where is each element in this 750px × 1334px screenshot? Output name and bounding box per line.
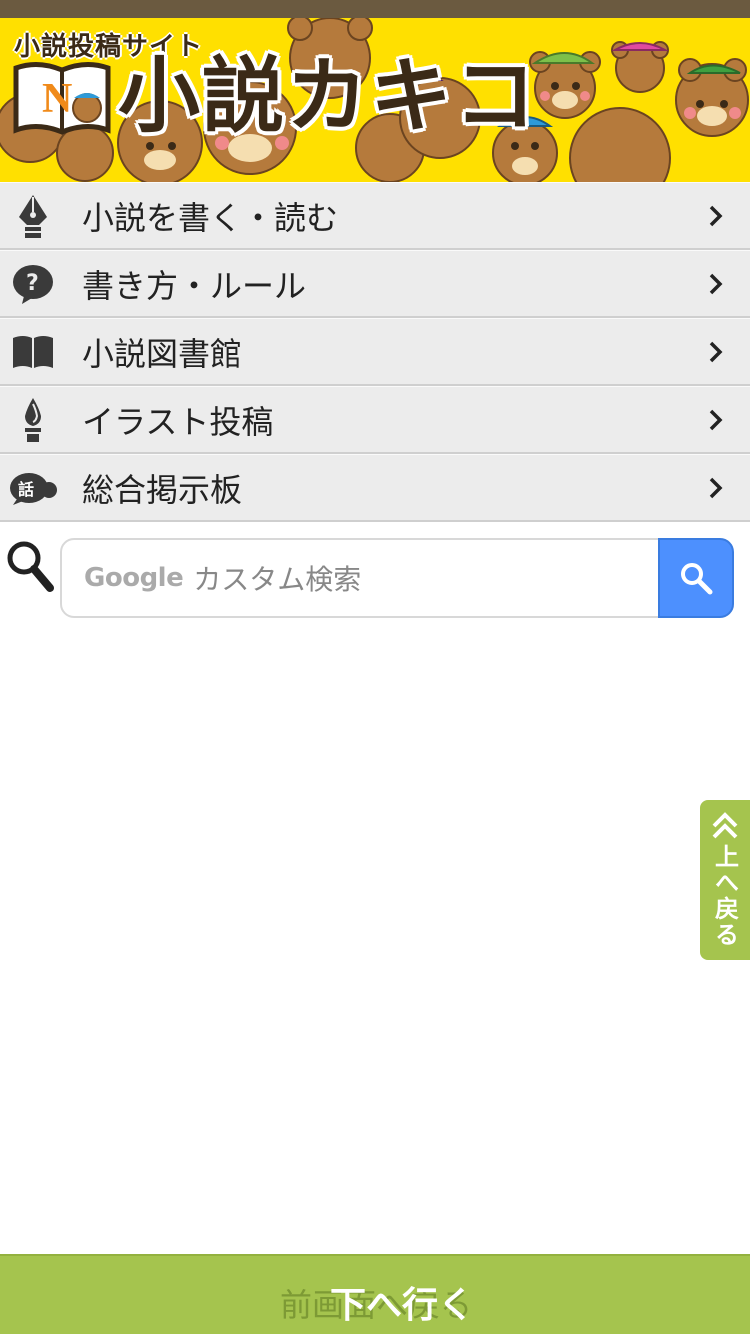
menu-item-label: 総合掲示板 <box>82 470 243 509</box>
logo-book-icon: N <box>13 62 111 135</box>
status-strip <box>0 0 750 18</box>
search-placeholder: カスタム検索 <box>193 563 362 596</box>
menu-item-library[interactable]: 小説図書館 <box>0 318 750 386</box>
speech-bubble-icon: 話 <box>0 455 66 521</box>
site-header-banner[interactable]: 小説投稿サイト N 小説カキコ <box>0 18 750 182</box>
google-watermark: Google <box>84 563 184 593</box>
menu-item-how-to-rules[interactable]: ? 書き方・ルール <box>0 250 750 318</box>
bottom-nav-bar[interactable]: 前画面へ戻る 下へ行く <box>0 1254 750 1334</box>
search-area: Google カスタム検索 <box>0 530 750 626</box>
menu-item-illustration-post[interactable]: イラスト投稿 <box>0 386 750 454</box>
main-menu: 小説を書く・読む ? 書き方・ルール 小説図書館 イラスト投稿 話 総合掲示板 <box>0 182 750 522</box>
chat-icon-text: 話 <box>18 480 34 499</box>
brush-icon <box>0 387 66 453</box>
chevron-right-icon <box>696 400 736 440</box>
logo-letter: N <box>42 76 72 122</box>
menu-item-bulletin-board[interactable]: 話 総合掲示板 <box>0 454 750 522</box>
svg-text:?: ? <box>26 271 39 296</box>
search-icon <box>681 563 713 595</box>
search-input[interactable]: Google カスタム検索 <box>60 538 660 618</box>
back-to-top-tab[interactable]: 上へ戻る <box>700 800 750 960</box>
chevron-right-icon <box>696 332 736 372</box>
book-icon <box>0 319 66 385</box>
magnifier-icon <box>7 541 54 592</box>
menu-item-label: イラスト投稿 <box>82 402 274 441</box>
question-icon: ? <box>0 251 66 317</box>
chevron-right-icon <box>696 468 736 508</box>
site-title: 小説カキコ <box>118 49 539 144</box>
back-to-top-label: 上へ戻る <box>710 844 739 948</box>
menu-item-label: 小説図書館 <box>82 334 243 373</box>
search-button[interactable] <box>658 538 734 618</box>
menu-item-write-read[interactable]: 小説を書く・読む <box>0 182 750 250</box>
double-chevron-up-icon <box>712 812 738 839</box>
go-down-link[interactable]: 下へ行く <box>330 1276 474 1328</box>
menu-item-label: 書き方・ルール <box>82 266 307 305</box>
menu-item-label: 小説を書く・読む <box>82 198 339 237</box>
pen-nib-icon <box>0 183 66 249</box>
chevron-right-icon <box>696 264 736 304</box>
chevron-right-icon <box>696 196 736 236</box>
